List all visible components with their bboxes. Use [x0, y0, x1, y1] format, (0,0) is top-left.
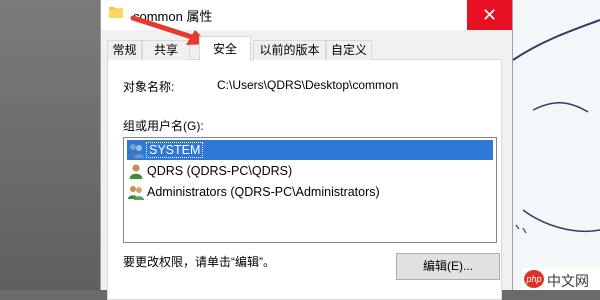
close-button[interactable]: ✕	[467, 0, 512, 30]
user-name: SYSTEM	[145, 142, 204, 158]
user-group-icon	[128, 144, 144, 158]
title-bar[interactable]: common 属性 ✕	[101, 0, 512, 30]
folder-icon	[109, 7, 123, 18]
properties-window: common 属性 ✕ 常规 共享 安全 以前的版本 自定义 对象名称: C:\…	[100, 0, 513, 300]
window-title: common 属性	[133, 9, 213, 24]
edit-button[interactable]: 编辑(E)...	[396, 253, 500, 280]
background-left	[0, 0, 100, 290]
tab-general[interactable]: 常规	[107, 40, 142, 60]
change-permissions-hint: 要更改权限，请单击“编辑”。	[123, 255, 275, 269]
user-list[interactable]: SYSTEM QDRS (QDRS-PC\QDRS) Administrator…	[123, 137, 497, 243]
tab-strip: 常规 共享 安全 以前的版本 自定义	[107, 36, 502, 61]
tab-previous-versions[interactable]: 以前的版本	[253, 40, 326, 60]
user-icon	[129, 164, 143, 179]
php-logo: php	[524, 270, 544, 288]
user-name: QDRS (QDRS-PC\QDRS)	[147, 164, 293, 178]
object-name-label: 对象名称:	[123, 80, 175, 94]
tab-security[interactable]: 安全	[199, 36, 251, 61]
background-doodle	[513, 19, 600, 234]
group-or-user-label: 组或用户名(G):	[123, 119, 204, 133]
user-name: Administrators (QDRS-PC\Administrators)	[147, 185, 380, 199]
watermark: php 中文网	[522, 268, 600, 290]
tab-sharing[interactable]: 共享	[142, 40, 190, 60]
background-right	[513, 0, 600, 290]
security-panel: 对象名称: C:\Users\QDRS\Desktop\common 组或用户名…	[107, 60, 502, 300]
list-item-administrators[interactable]: Administrators (QDRS-PC\Administrators)	[127, 182, 493, 202]
tab-customize[interactable]: 自定义	[326, 40, 372, 60]
user-group-icon	[128, 186, 144, 200]
watermark-text: 中文网	[547, 273, 589, 289]
close-icon: ✕	[481, 4, 498, 25]
object-name-value: C:\Users\QDRS\Desktop\common	[217, 78, 399, 92]
list-item-qdrs[interactable]: QDRS (QDRS-PC\QDRS)	[127, 161, 493, 181]
list-item-system[interactable]: SYSTEM	[127, 140, 493, 160]
